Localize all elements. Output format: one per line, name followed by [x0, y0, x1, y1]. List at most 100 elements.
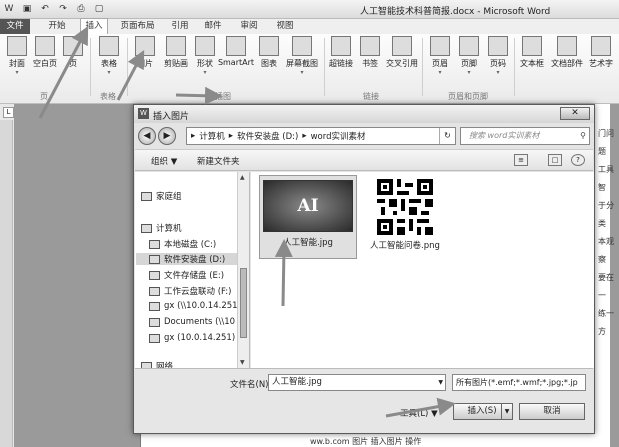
page-number-button[interactable]: 页码 ▾	[483, 36, 513, 76]
breadcrumb-drive-d[interactable]: 软件安装盘 (D:)	[237, 130, 298, 142]
chart-icon	[259, 36, 279, 56]
forward-button[interactable]: ▶	[158, 127, 176, 145]
textbox-icon	[522, 36, 542, 56]
tab-file[interactable]: 文件	[0, 19, 30, 34]
tab-view[interactable]: 视图	[272, 19, 298, 34]
word-icon[interactable]: W	[3, 3, 15, 15]
scroll-down-icon[interactable]: ▼	[240, 359, 245, 366]
cancel-button[interactable]: 取消	[519, 403, 585, 420]
window-title: 人工智能技术科普简报.docx - Microsoft Word	[360, 7, 551, 17]
cross-reference-icon	[392, 36, 412, 56]
tab-home[interactable]: 开始	[42, 19, 72, 34]
nav-item-drive-e[interactable]: 文件存储盘 (E:)	[149, 269, 224, 281]
computer-icon	[141, 223, 152, 233]
view-options-icon[interactable]: ≡	[514, 154, 528, 166]
dialog-title-bar: W 插入图片 ✕	[134, 105, 594, 123]
dialog-title: 插入图片	[153, 112, 190, 122]
nav-item-network[interactable]: 网络	[141, 360, 173, 368]
wordart-button[interactable]: 艺术字	[584, 36, 618, 69]
qr-code-thumbnail	[377, 179, 433, 235]
nav-scrollbar[interactable]: ▲ ▼	[237, 172, 249, 368]
textbox-button[interactable]: 文本框	[515, 36, 549, 69]
bookmark-button[interactable]: 书签	[355, 36, 385, 69]
new-document-icon[interactable]: ▢	[93, 3, 105, 15]
shapes-button[interactable]: 形状 ▾	[190, 36, 220, 76]
scroll-thumb[interactable]	[240, 268, 247, 338]
clipart-button[interactable]: 剪贴画	[161, 36, 191, 69]
tab-page-layout[interactable]: 页面布局	[115, 19, 160, 34]
cross-reference-button[interactable]: 交叉引用	[384, 36, 420, 69]
page-break-button[interactable]: 页	[58, 36, 88, 69]
group-label-illustrations: 插图	[215, 92, 231, 101]
nav-item-documents[interactable]: Documents (\\10	[149, 317, 235, 327]
bookmark-icon	[360, 36, 380, 56]
breadcrumb-folder[interactable]: word实训素材	[311, 130, 366, 142]
shapes-icon	[195, 36, 215, 56]
word-icon: W	[138, 108, 149, 119]
page-number-icon	[488, 36, 508, 56]
save-icon[interactable]: ▣	[21, 3, 33, 15]
network-drive-icon	[149, 333, 160, 343]
network-folder-icon	[149, 317, 160, 327]
tab-references[interactable]: 引用	[167, 19, 193, 34]
nav-item-homegroup[interactable]: 家庭组	[141, 190, 182, 202]
table-button[interactable]: 表格 ▾	[94, 36, 124, 76]
quick-parts-button[interactable]: 文档部件	[548, 36, 586, 69]
back-button[interactable]: ◀	[138, 127, 156, 145]
nav-item-drive-d[interactable]: 软件安装盘 (D:)	[136, 253, 248, 265]
scroll-up-icon[interactable]: ▲	[240, 174, 245, 181]
drive-d-icon	[149, 254, 160, 264]
tab-mailings[interactable]: 邮件	[200, 19, 226, 34]
file-item-ai-jpg[interactable]: AI 人工智能.jpg	[259, 175, 357, 259]
nav-item-drive-f[interactable]: 工作云盘联动 (F:)	[149, 285, 231, 297]
tab-selector[interactable]: L	[3, 107, 14, 118]
drive-c-icon	[149, 239, 160, 249]
screenshot-button[interactable]: 屏幕截图 ▾	[282, 36, 322, 76]
undo-icon[interactable]: ↶	[39, 3, 51, 15]
new-folder-button[interactable]: 新建文件夹	[197, 155, 240, 167]
chevron-down-icon[interactable]: ▼	[438, 375, 443, 390]
breadcrumb-computer[interactable]: 计算机	[199, 130, 225, 142]
nav-item-network-drive-1[interactable]: gx (\\10.0.14.251	[149, 301, 238, 311]
nav-item-drive-c[interactable]: 本地磁盘 (C:)	[149, 238, 216, 250]
organize-menu[interactable]: 组织 ▼	[151, 155, 177, 167]
file-item-questionnaire-png[interactable]: 人工智能问卷.png	[363, 175, 447, 265]
picture-button[interactable]: 图片	[130, 36, 160, 69]
nav-item-network-drive-2[interactable]: gx (10.0.14.251)	[149, 333, 235, 343]
homegroup-icon	[141, 191, 152, 201]
tab-review[interactable]: 审阅	[236, 19, 262, 34]
refresh-icon[interactable]: ↻	[439, 128, 455, 144]
ribbon-tabs: 文件 开始 插入 页面布局 引用 邮件 审阅 视图	[0, 18, 619, 34]
insert-picture-dialog: W 插入图片 ✕ ◀ ▶ ▸ 计算机 ▸ 软件安装盘 (D:) ▸ word实训…	[133, 104, 595, 434]
chart-button[interactable]: 图表	[254, 36, 284, 69]
filename-label: 文件名(N):	[230, 380, 272, 390]
tab-insert[interactable]: 插入	[80, 18, 108, 34]
insert-options-dropdown[interactable]: ▼	[501, 403, 513, 420]
nav-item-computer[interactable]: 计算机	[141, 222, 182, 234]
redo-icon[interactable]: ↷	[57, 3, 69, 15]
filename-input[interactable]: 人工智能.jpg ▼	[268, 374, 446, 391]
hyperlink-button[interactable]: 超链接	[326, 36, 356, 69]
blank-page-button[interactable]: 空白页	[30, 36, 60, 69]
file-list: AI 人工智能.jpg 人工智能问卷.png	[251, 172, 594, 368]
footer-button[interactable]: 页脚 ▾	[454, 36, 484, 76]
header-icon	[430, 36, 450, 56]
file-name: 人工智能.jpg	[283, 238, 333, 248]
group-label-pages: 页	[40, 92, 48, 101]
quick-parts-icon	[557, 36, 577, 56]
smartart-button[interactable]: SmartArt	[217, 36, 255, 67]
header-button[interactable]: 页眉 ▾	[425, 36, 455, 76]
tools-menu[interactable]: 工具(L) ▼	[400, 407, 438, 419]
help-icon[interactable]: ?	[571, 154, 585, 166]
group-label-links: 链接	[363, 92, 379, 101]
clipart-icon	[166, 36, 186, 56]
search-input[interactable]: 搜索 word实训素材 ⚲	[460, 127, 590, 145]
address-bar[interactable]: ▸ 计算机 ▸ 软件安装盘 (D:) ▸ word实训素材 ↻	[186, 127, 456, 145]
document-bottom-text: ww.b.com 图片 插入图片 操作	[310, 437, 422, 446]
preview-pane-icon[interactable]: □	[548, 154, 562, 166]
close-button[interactable]: ✕	[560, 107, 590, 120]
cover-page-button[interactable]: 封面 ▾	[2, 36, 32, 76]
file-type-select[interactable]: 所有图片(*.emf;*.wmf;*.jpg;*.jp	[452, 374, 586, 391]
print-preview-icon[interactable]: ⎙	[75, 3, 87, 15]
document-side-text: 门问题 工具智 于分类 本观察 要在一 练一方	[598, 129, 614, 336]
